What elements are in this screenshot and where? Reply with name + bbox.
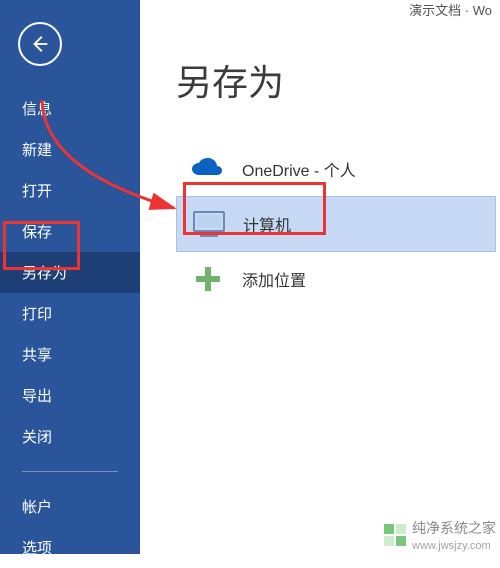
sidebar-item-new[interactable]: 新建 <box>0 129 140 170</box>
backstage-sidebar: 信息 新建 打开 保存 另存为 打印 共享 导出 关闭 帐户 选项 <box>0 0 140 554</box>
sidebar-item-print[interactable]: 打印 <box>0 293 140 334</box>
doc-name: 演示文档 · Wo <box>409 3 492 18</box>
computer-icon <box>191 209 227 239</box>
back-button[interactable] <box>18 22 62 66</box>
watermark-logo-icon <box>384 524 406 546</box>
sidebar-item-save-as[interactable]: 另存为 <box>0 252 140 293</box>
watermark: 纯净系统之家 www.jwsjzy.com <box>384 518 496 552</box>
sidebar-item-info[interactable]: 信息 <box>0 88 140 129</box>
location-label: 计算机 <box>243 212 291 236</box>
sidebar-item-share[interactable]: 共享 <box>0 334 140 375</box>
sidebar-item-export[interactable]: 导出 <box>0 375 140 416</box>
sidebar-item-account[interactable]: 帐户 <box>0 486 140 527</box>
arrow-left-icon <box>29 33 51 55</box>
location-add-place[interactable]: 添加位置 <box>176 252 496 306</box>
sidebar-item-close[interactable]: 关闭 <box>0 416 140 457</box>
watermark-name: 纯净系统之家 <box>412 518 496 538</box>
sidebar-item-options[interactable]: 选项 <box>0 527 140 568</box>
page-title: 另存为 <box>176 54 500 106</box>
sidebar-separator <box>22 471 118 472</box>
watermark-url: www.jwsjzy.com <box>412 540 496 552</box>
onedrive-icon <box>190 154 226 184</box>
location-computer[interactable]: 计算机 <box>176 196 496 252</box>
main-panel: 另存为 OneDrive - 个人 计算机 添加位置 <box>140 18 500 554</box>
plus-icon <box>190 264 226 294</box>
location-onedrive[interactable]: OneDrive - 个人 <box>176 142 496 196</box>
sidebar-item-open[interactable]: 打开 <box>0 170 140 211</box>
location-label: 添加位置 <box>242 267 306 291</box>
sidebar-item-save[interactable]: 保存 <box>0 211 140 252</box>
location-label: OneDrive - 个人 <box>242 157 356 181</box>
